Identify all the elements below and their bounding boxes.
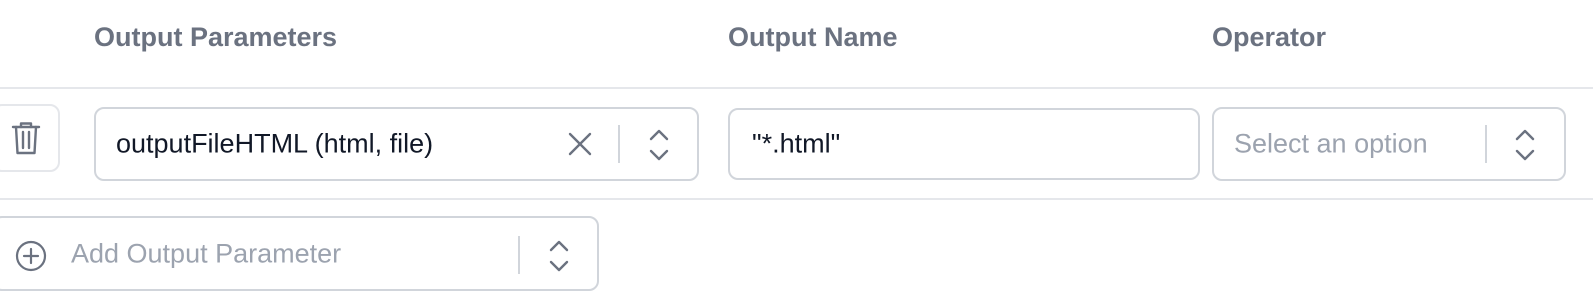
add-output-parameter-placeholder: Add Output Parameter [71,238,342,268]
chevron-up-down-icon[interactable] [646,125,672,165]
output-parameter-value: outputFileHTML (html, file) [116,128,434,159]
operator-placeholder: Select an option [1234,128,1428,159]
delete-row-button[interactable] [0,104,60,172]
select-separator [518,236,520,274]
header-divider [0,87,1593,89]
output-parameter-select[interactable]: outputFileHTML (html, file) [94,107,699,181]
header-output-parameters: Output Parameters [94,22,338,52]
output-parameters-editor: Output Parameters Output Name Operator o… [0,0,1593,306]
operator-select[interactable]: Select an option [1212,107,1566,181]
plus-circle-icon [14,239,48,273]
select-separator [618,125,620,163]
close-icon[interactable] [566,130,594,158]
chevron-up-down-icon[interactable] [1512,125,1538,165]
header-operator: Operator [1212,22,1327,52]
row-divider [0,198,1593,200]
trash-icon [11,120,41,156]
add-output-parameter-select[interactable]: Add Output Parameter [0,216,599,291]
chevron-up-down-icon[interactable] [546,236,572,276]
output-name-input[interactable]: "*.html" [728,108,1200,180]
select-separator [1485,125,1487,163]
header-output-name: Output Name [728,22,898,52]
output-name-value: "*.html" [752,128,841,159]
